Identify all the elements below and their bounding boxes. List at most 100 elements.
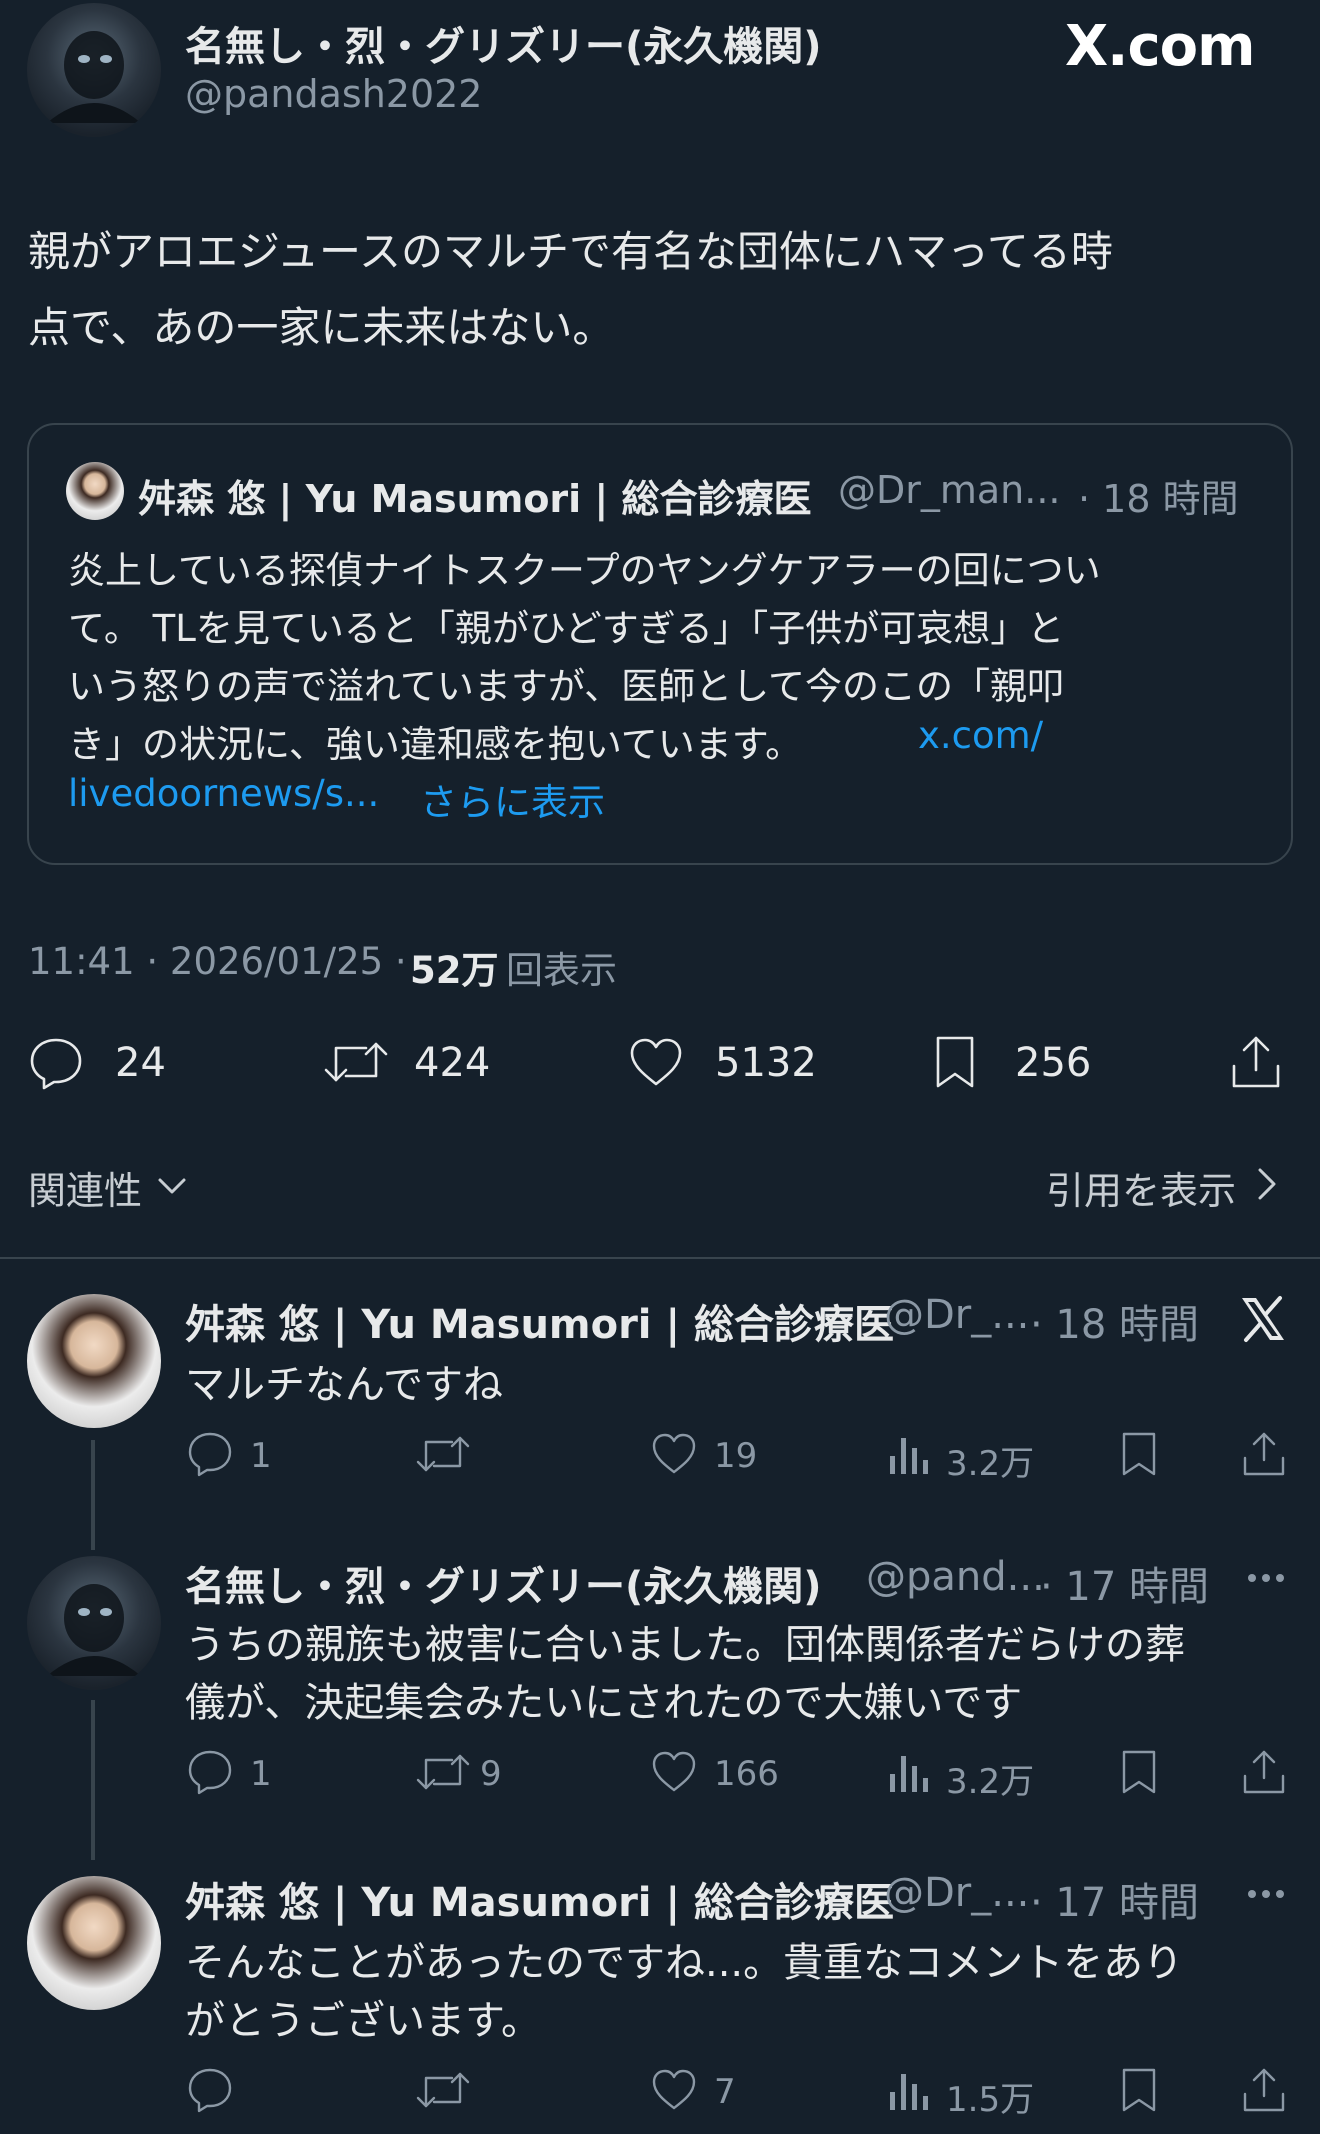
tweet-text-line-1: 親がアロエジュースのマルチで有名な団体にハマってる時 <box>28 227 1113 276</box>
analytics-icon <box>890 1438 928 1474</box>
share-icon <box>1243 1750 1285 1794</box>
share-button[interactable] <box>1226 1032 1286 1092</box>
more-options-icon[interactable] <box>1244 1878 1288 1910</box>
reply-2-avatar[interactable] <box>27 1556 161 1690</box>
reply-1-bookmark-button[interactable] <box>1116 1428 1162 1480</box>
reply-2-share-button[interactable] <box>1238 1746 1290 1798</box>
quoted-text-line-2: て。 TLを見ていると「親がひどすぎる」「子供が可哀想」と <box>68 607 1065 650</box>
reply-3-time: · 17 時間 <box>1030 1880 1200 1926</box>
repost-icon <box>416 1436 470 1472</box>
quoted-author-handle: @Dr_man... <box>838 468 1061 512</box>
reply-3-avatar[interactable] <box>27 1876 161 2010</box>
reply-3-view-count: 1.5万 <box>946 2080 1035 2120</box>
reply-2-text-line-2: 儀が、決起集会みたいにされたので大嫌いです <box>185 1680 1023 1726</box>
tweet-timestamp[interactable]: 11:41 · 2026/01/25 · <box>28 940 407 983</box>
bookmark-icon <box>1122 1432 1156 1476</box>
show-more-link[interactable]: さらに表示 <box>420 772 605 826</box>
reply-icon <box>188 2068 232 2113</box>
reply-2-repost-button[interactable] <box>414 1746 534 1798</box>
reply-1-like-count: 19 <box>714 1436 758 1476</box>
quoted-text-line-4: き」の状況に、強い違和感を抱いています。 <box>68 723 803 766</box>
reply-3-author[interactable]: 舛森 悠 | Yu Masumori | 総合診療医 <box>185 1870 894 1928</box>
quoted-author-name: 舛森 悠 | Yu Masumori | 総合診療医 <box>138 477 812 521</box>
quoted-link-part-1[interactable]: x.com/ <box>918 714 1043 757</box>
like-count: 5132 <box>715 1040 817 1086</box>
quoted-link-part-2[interactable]: livedoornews/s... <box>68 772 379 815</box>
reply-2-time: · 17 時間 <box>1040 1564 1210 1610</box>
x-logo-icon <box>1238 1294 1288 1344</box>
heart-icon <box>630 1038 682 1086</box>
bookmark-icon <box>1122 2068 1156 2112</box>
reply-1-text-line-1: マルチなんですね <box>185 1362 503 1408</box>
x-watermark: X.com <box>1065 14 1255 79</box>
bookmark-icon <box>936 1036 974 1088</box>
repost-icon <box>416 1754 470 1790</box>
heart-icon <box>652 1433 696 1474</box>
chevron-down-icon <box>158 1178 186 1194</box>
reply-icon <box>188 1750 232 1795</box>
reply-2-handle[interactable]: @pand... <box>866 1554 1045 1600</box>
reply-2-reply-count: 1 <box>250 1754 272 1794</box>
author-name[interactable]: 名無し・烈・グリズリー(永久機関) <box>185 14 822 72</box>
reply-3-handle[interactable]: @Dr_... <box>884 1870 1029 1916</box>
view-quotes-link[interactable]: 引用を表示 <box>1046 1160 1286 1213</box>
repost-icon <box>324 1042 388 1082</box>
reply-3-repost-button[interactable] <box>414 2064 534 2116</box>
thread-line-1 <box>91 1440 95 1550</box>
reply-3-like-count: 7 <box>714 2072 736 2112</box>
sort-label: 関連性 <box>28 1169 143 1213</box>
reply-1-handle[interactable]: @Dr_... <box>884 1292 1029 1338</box>
reply-3-text-line-2: がとうございます。 <box>185 1998 541 2044</box>
reply-2-author[interactable]: 名無し・烈・グリズリー(永久機関) <box>185 1554 822 1612</box>
analytics-icon <box>890 2074 928 2110</box>
quoted-text-line-1: 炎上している探偵ナイトスクープのヤングケアラーの回につい <box>68 549 1101 592</box>
reply-icon <box>188 1432 232 1477</box>
reply-1-avatar[interactable] <box>27 1294 161 1428</box>
reply-2-repost-count: 9 <box>480 1754 502 1794</box>
share-icon <box>1232 1036 1280 1088</box>
repost-count: 424 <box>414 1040 491 1086</box>
reply-count: 24 <box>115 1040 166 1086</box>
reply-1-view-count: 3.2万 <box>946 1444 1035 1484</box>
author-handle[interactable]: @pandash2022 <box>185 72 483 116</box>
analytics-icon <box>890 1756 928 1792</box>
repost-icon <box>416 2072 470 2108</box>
view-count-label: 回表示 <box>506 949 617 992</box>
view-count: 52万 <box>410 949 499 992</box>
reply-3-share-button[interactable] <box>1238 2064 1290 2116</box>
bookmark-count: 256 <box>1015 1040 1092 1086</box>
reply-3-bookmark-button[interactable] <box>1116 2064 1162 2116</box>
more-options-icon[interactable] <box>1244 1562 1288 1594</box>
view-quotes-label: 引用を表示 <box>1046 1169 1237 1213</box>
chevron-right-icon <box>1258 1168 1276 1200</box>
author-avatar[interactable] <box>27 3 161 137</box>
reply-2-text-line-1: うちの親族も被害に合いました。団体関係者だらけの葬 <box>185 1622 1185 1668</box>
tweet-text-line-2: 点で、あの一家に未来はない。 <box>28 303 615 352</box>
share-icon <box>1243 1432 1285 1476</box>
grizzly-avatar-art <box>47 31 141 123</box>
reply-3-text-line-1: そんなことがあったのですね...。貴重なコメントをあり <box>185 1940 1184 1986</box>
reply-1-reply-button[interactable] <box>184 1428 304 1480</box>
reply-1-reply-count: 1 <box>250 1436 272 1476</box>
reply-1-repost-button[interactable] <box>414 1428 534 1480</box>
quoted-text-line-3: いう怒りの声で溢れていますが、医師として今のこの「親叩 <box>68 665 1065 708</box>
quoted-time: · 18 時間 <box>1078 477 1239 521</box>
sort-dropdown[interactable]: 関連性 <box>28 1160 208 1213</box>
bookmark-icon <box>1122 1750 1156 1794</box>
reply-2-bookmark-button[interactable] <box>1116 1746 1162 1798</box>
quoted-author-avatar <box>66 462 124 520</box>
reply-2-like-count: 166 <box>714 1754 779 1794</box>
heart-icon <box>652 2069 696 2110</box>
section-divider <box>0 1257 1320 1259</box>
grizzly-avatar-art <box>47 1584 141 1676</box>
reply-2-reply-button[interactable] <box>184 1746 304 1798</box>
reply-1-author[interactable]: 舛森 悠 | Yu Masumori | 総合診療医 <box>185 1292 894 1350</box>
reply-2-view-count: 3.2万 <box>946 1762 1035 1802</box>
reply-3-reply-button[interactable] <box>184 2064 304 2116</box>
heart-icon <box>652 1751 696 1792</box>
reply-icon <box>30 1038 82 1090</box>
thread-line-2 <box>91 1700 95 1860</box>
reply-1-share-button[interactable] <box>1238 1428 1290 1480</box>
reply-1-time: · 18 時間 <box>1030 1302 1200 1348</box>
share-icon <box>1243 2068 1285 2112</box>
